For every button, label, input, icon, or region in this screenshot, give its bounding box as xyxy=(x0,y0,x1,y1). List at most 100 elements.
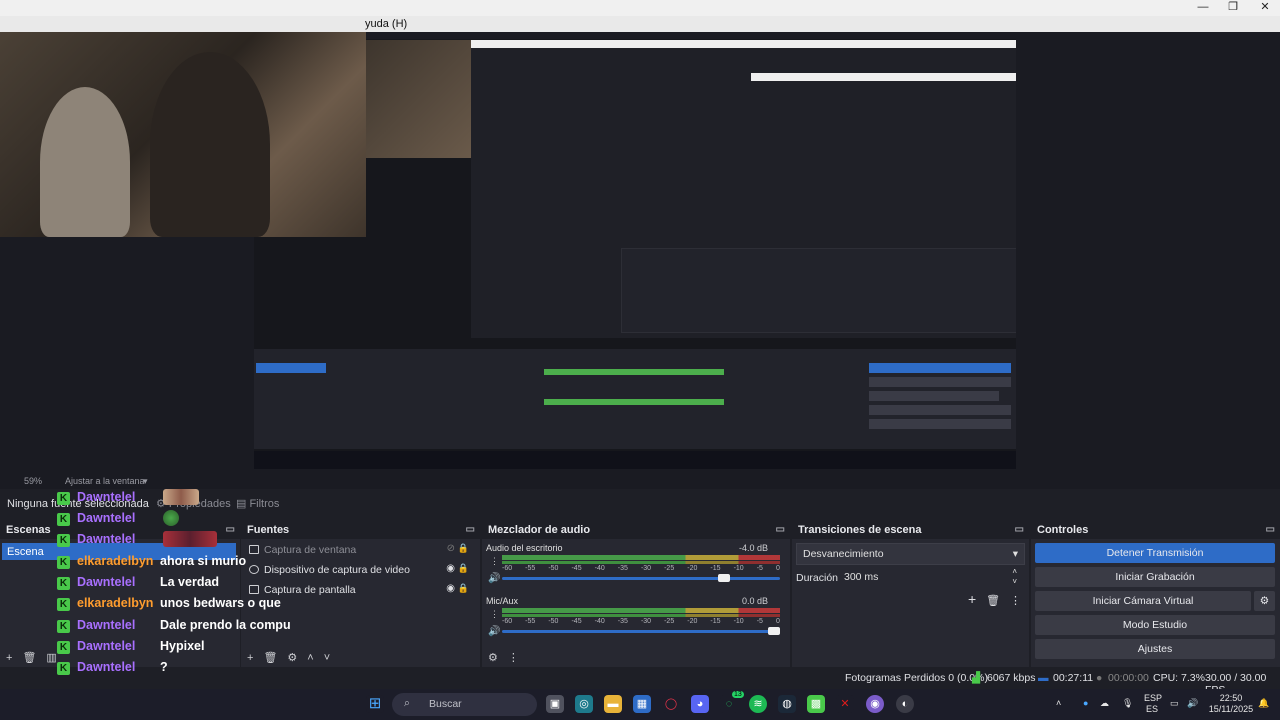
tray-app-icon[interactable]: ● xyxy=(1083,698,1088,709)
hidden-eye-icon[interactable]: ⊘ xyxy=(447,543,455,554)
bitrate: 6067 kbps xyxy=(987,672,1036,684)
chevron-down-icon[interactable]: ▾ xyxy=(143,476,148,487)
lock-icon[interactable]: 🔒 xyxy=(458,563,469,574)
chevron-up-icon[interactable]: ˄ xyxy=(307,652,313,664)
more-icon[interactable]: ⋮ xyxy=(490,609,499,620)
add-icon[interactable]: + xyxy=(968,591,976,607)
source-item[interactable]: Captura de ventana ⊘ 🔒 xyxy=(241,541,479,561)
minecraft-icon[interactable]: ▩ xyxy=(807,695,825,713)
preview-area[interactable] xyxy=(0,32,1280,474)
discord-icon[interactable]: ◕ xyxy=(691,695,709,713)
start-virtual-cam-button[interactable]: Iniciar Cámara Virtual xyxy=(1035,591,1251,611)
chat-text: La verdad xyxy=(160,575,220,589)
nested-studio-button xyxy=(869,405,1011,415)
microphone-icon[interactable]: 🎙 xyxy=(1122,698,1133,709)
volume-slider[interactable] xyxy=(502,574,780,582)
kick-badge-icon: K xyxy=(57,641,70,654)
add-icon[interactable]: + xyxy=(6,652,12,664)
source-label: Dispositivo de captura de video xyxy=(264,564,410,576)
emote-image xyxy=(163,531,217,547)
zoom-level[interactable]: 59% xyxy=(24,476,42,486)
trash-icon[interactable]: 🗑 xyxy=(22,652,36,664)
gear-icon[interactable]: ⚙ xyxy=(488,652,498,664)
onedrive-icon[interactable]: ☁ xyxy=(1100,698,1109,709)
menu-help[interactable]: yuda (H) xyxy=(365,18,407,30)
chat-username: Dawntelel xyxy=(77,575,136,589)
dock-menu-icon[interactable]: ▭ xyxy=(1015,524,1024,535)
taskbar-search[interactable]: ⌕ Buscar xyxy=(392,693,537,716)
more-icon[interactable]: ⋮ xyxy=(490,556,499,567)
source-item[interactable]: Dispositivo de captura de video ◉ 🔒 xyxy=(241,561,479,581)
language-indicator[interactable]: ESP ES xyxy=(1144,693,1162,715)
trash-icon[interactable]: 🗑 xyxy=(263,652,277,664)
spotify-icon[interactable]: ≋ xyxy=(749,695,767,713)
minimize-button[interactable]: — xyxy=(1188,0,1218,16)
filters-button[interactable]: ▤ Filtros xyxy=(230,494,285,514)
window-titlebar: — ❐ ✕ xyxy=(0,0,1280,16)
steam-icon[interactable]: ◍ xyxy=(778,695,796,713)
lock-icon[interactable]: 🔒 xyxy=(458,543,469,554)
file-explorer-icon[interactable]: ▬ xyxy=(604,695,622,713)
more-icon[interactable]: ⋮ xyxy=(1010,595,1021,607)
db-tick: -35 xyxy=(617,565,628,572)
maximize-button[interactable]: ❐ xyxy=(1218,0,1248,16)
volume-slider[interactable] xyxy=(502,627,780,635)
close-button[interactable]: ✕ xyxy=(1250,0,1280,16)
transitions-title: Transiciones de escena ▭ xyxy=(792,521,1029,539)
virtual-cam-settings-gear-icon[interactable]: ⚙ xyxy=(1254,591,1275,611)
opera-icon[interactable]: ◯ xyxy=(662,695,680,713)
lock-icon[interactable]: 🔒 xyxy=(458,583,469,594)
duration-spinbox[interactable]: 300 ms ˄ ˅ xyxy=(838,567,1025,589)
fit-window-dropdown[interactable]: Ajustar a la ventana xyxy=(65,476,145,486)
db-tick: -5 xyxy=(756,565,763,572)
db-tick: 0 xyxy=(775,565,780,572)
dock-menu-icon[interactable]: ▭ xyxy=(1266,524,1275,535)
channel-name: Mic/Aux xyxy=(486,596,519,606)
menu-bar: yuda (H) xyxy=(0,16,1280,32)
obs-icon[interactable]: ◐ xyxy=(896,695,914,713)
sources-dock: Fuentes ▭ Captura de ventana ⊘ 🔒 Disposit… xyxy=(241,521,480,667)
sources-title: Fuentes ▭ xyxy=(241,521,480,539)
start-recording-button[interactable]: Iniciar Grabación xyxy=(1035,567,1275,587)
spin-arrows-icon[interactable]: ˄ ˅ xyxy=(1012,567,1017,587)
app-purple-icon[interactable]: ◉ xyxy=(866,695,884,713)
dock-menu-icon[interactable]: ▭ xyxy=(226,524,235,535)
nested-docks xyxy=(254,349,1016,449)
notification-bell-icon[interactable]: 🔔 xyxy=(1258,698,1269,709)
volume-knob[interactable] xyxy=(717,574,730,582)
gear-icon[interactable]: ⚙ xyxy=(287,652,297,664)
add-icon[interactable]: + xyxy=(247,652,253,664)
nested-obs-panels xyxy=(621,248,1016,333)
db-tick: -15 xyxy=(710,618,721,625)
windows-start-icon[interactable]: ⊞ xyxy=(366,695,384,713)
nested-meter xyxy=(544,369,724,375)
channel-db: 0.0 dB xyxy=(741,596,768,606)
trash-icon[interactable]: 🗑 xyxy=(986,595,1000,607)
more-icon[interactable]: ⋮ xyxy=(508,652,519,664)
speaker-icon[interactable]: 🔊 xyxy=(488,626,500,637)
db-scale: -60 -55 -50 -45 -40 -35 -30 -25 -20 -15 -10 -5 0 xyxy=(502,618,780,625)
studio-mode-button[interactable]: Modo Estudio xyxy=(1035,615,1275,635)
chevron-down-icon[interactable]: ˅ xyxy=(324,652,330,664)
app-red-icon[interactable]: ✕ xyxy=(836,695,854,713)
clock[interactable]: 22:50 15/11/2025 xyxy=(1208,693,1254,715)
network-icon[interactable]: ▭ xyxy=(1170,698,1179,709)
settings-button[interactable]: Ajustes xyxy=(1035,639,1275,659)
volume-icon[interactable]: 🔊 xyxy=(1187,698,1198,709)
task-view-icon[interactable]: ▣ xyxy=(546,695,564,713)
window-icon xyxy=(249,545,259,554)
filter-icon[interactable]: ▥ xyxy=(46,652,56,664)
widgets-icon[interactable]: ◎ xyxy=(575,695,593,713)
store-icon[interactable]: ▦ xyxy=(633,695,651,713)
dock-menu-icon[interactable]: ▭ xyxy=(776,524,785,535)
dock-menu-icon[interactable]: ▭ xyxy=(466,524,475,535)
volume-knob[interactable] xyxy=(768,627,780,635)
tray-chevron-up-icon[interactable]: ˄ xyxy=(1056,698,1061,709)
transition-select[interactable]: Desvanecimiento ▾ xyxy=(796,543,1025,565)
stop-stream-button[interactable]: Detener Transmisión xyxy=(1035,543,1275,563)
level-meter xyxy=(502,608,780,613)
eye-icon[interactable]: ◉ xyxy=(446,563,455,574)
db-tick: -40 xyxy=(594,618,605,625)
eye-icon[interactable]: ◉ xyxy=(446,583,455,594)
speaker-icon[interactable]: 🔊 xyxy=(488,573,500,584)
